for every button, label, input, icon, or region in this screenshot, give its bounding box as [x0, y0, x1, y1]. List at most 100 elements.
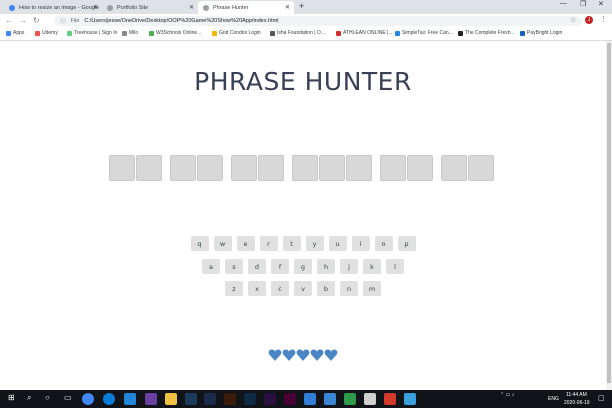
reload-icon[interactable]: ↻ — [33, 16, 40, 25]
key-m[interactable]: m — [363, 281, 381, 296]
key-s[interactable]: s — [225, 259, 243, 274]
premiere-icon[interactable] — [264, 393, 276, 405]
forward-icon[interactable]: → — [19, 16, 27, 25]
tab-label: Phrase Hunter — [213, 4, 249, 11]
key-f[interactable]: f — [271, 259, 289, 274]
key-j[interactable]: j — [340, 259, 358, 274]
key-c[interactable]: c — [271, 281, 289, 296]
page-title: PHRASE HUNTER — [194, 67, 412, 96]
key-v[interactable]: v — [294, 281, 312, 296]
tab-phrase-hunter[interactable]: Phrase Hunter ✕ — [198, 1, 294, 14]
key-e[interactable]: e — [236, 236, 255, 251]
letter-box — [258, 155, 284, 181]
task-view-icon[interactable]: ▭ — [64, 393, 72, 402]
windows-icon[interactable]: ⊞ — [8, 393, 15, 402]
key-r[interactable]: r — [259, 236, 278, 251]
key-q[interactable]: q — [190, 236, 209, 251]
close-icon[interactable]: ✕ — [189, 4, 194, 11]
edge-icon[interactable] — [103, 393, 115, 405]
key-h[interactable]: h — [317, 259, 335, 274]
key-d[interactable]: d — [248, 259, 266, 274]
page-content: PHRASE HUNTER qwertyuiop asdfghjkl zxcvbnm — [0, 41, 606, 390]
phrase-word — [231, 155, 285, 181]
cortana-icon[interactable]: ○ — [45, 393, 50, 402]
bookmark-item[interactable]: The Complete Fresh... — [458, 30, 515, 36]
new-tab-icon[interactable]: + — [299, 1, 304, 11]
bookmark-label: Milo — [129, 30, 139, 36]
app-icon[interactable] — [404, 393, 416, 405]
tab-google[interactable]: How to resize an image - Google ✕ — [4, 1, 102, 14]
menu-icon[interactable]: ⋮ — [600, 15, 607, 23]
tray-icons[interactable]: ⌃ ▭ ♪ — [500, 392, 514, 398]
app-icon[interactable] — [384, 393, 396, 405]
address-bar[interactable]: ⓘ File C:/Users/jesse/OneDrive/Desktop/O… — [54, 16, 582, 26]
xd-icon[interactable] — [284, 393, 296, 405]
key-x[interactable]: x — [248, 281, 266, 296]
scrollbar-thumb[interactable] — [607, 43, 611, 383]
bookmark-label: PayBright Login — [527, 30, 563, 36]
key-u[interactable]: u — [328, 236, 347, 251]
letter-box — [136, 155, 162, 181]
key-w[interactable]: w — [213, 236, 232, 251]
bookmark-item[interactable]: Milo — [122, 30, 138, 36]
notifications-icon[interactable]: ▢ — [598, 394, 605, 402]
lightroom-icon[interactable] — [185, 393, 197, 405]
app-icon[interactable] — [344, 393, 356, 405]
clock-date[interactable]: 2020-06-19 — [564, 400, 590, 406]
keyboard-row: qwertyuiop — [0, 236, 606, 251]
language-indicator[interactable]: ENG — [548, 396, 559, 402]
heart-icon — [324, 349, 338, 361]
heart-icon — [282, 349, 296, 361]
vscode-icon[interactable] — [124, 393, 136, 405]
key-l[interactable]: l — [386, 259, 404, 274]
chrome-icon[interactable] — [82, 393, 94, 405]
close-window-icon[interactable]: ✕ — [598, 0, 604, 8]
close-icon[interactable]: ✕ — [93, 4, 98, 11]
clock-time[interactable]: 11:44 AM — [566, 392, 587, 398]
key-z[interactable]: z — [225, 281, 243, 296]
bookmark-item[interactable]: SimpleTax: Free Can... — [395, 30, 453, 36]
bookmark-item[interactable]: Apps — [6, 30, 24, 36]
search-icon[interactable]: ⌕ — [27, 393, 31, 403]
bookmark-item[interactable]: Udemy — [35, 30, 58, 36]
bookmark-item[interactable]: Isha Foundation | O... — [270, 30, 325, 36]
letter-box — [380, 155, 406, 181]
bookmark-favicon-icon — [67, 30, 72, 36]
bookmark-item[interactable]: ATHLEAN ONLINE |... — [336, 30, 393, 36]
key-n[interactable]: n — [340, 281, 358, 296]
maximize-icon[interactable]: ❐ — [580, 0, 586, 8]
bookmark-label: Apps — [13, 30, 25, 36]
key-i[interactable]: i — [351, 236, 370, 251]
bookmark-item[interactable]: PayBright Login — [520, 30, 562, 36]
avatar[interactable]: J — [585, 16, 593, 24]
store-icon[interactable] — [324, 393, 336, 405]
mail-icon[interactable] — [304, 393, 316, 405]
app-icon[interactable] — [145, 393, 157, 405]
tab-portfolio[interactable]: Portfolio Site ✕ — [102, 1, 198, 14]
bookmark-favicon-icon — [122, 30, 127, 36]
bookmark-star-icon[interactable]: ☆ — [570, 16, 576, 24]
bookmark-item[interactable]: W3Schools Online... — [149, 30, 201, 36]
photoshop-icon[interactable] — [204, 393, 216, 405]
bookmark-favicon-icon — [6, 30, 11, 36]
key-o[interactable]: o — [374, 236, 393, 251]
phrase-word — [292, 155, 373, 181]
file-explorer-icon[interactable] — [165, 393, 177, 405]
key-t[interactable]: t — [282, 236, 301, 251]
minimize-icon[interactable]: — — [560, 0, 567, 7]
bookmarks-bar: Apps Udemy Treehouse | Sign In Milo W3School… — [0, 28, 612, 41]
illustrator-icon[interactable] — [224, 393, 236, 405]
key-y[interactable]: y — [305, 236, 324, 251]
key-p[interactable]: p — [397, 236, 416, 251]
key-k[interactable]: k — [363, 259, 381, 274]
bookmark-item[interactable]: Grid Condos Login — [212, 30, 261, 36]
key-a[interactable]: a — [202, 259, 220, 274]
bookmark-item[interactable]: Treehouse | Sign In — [67, 30, 117, 36]
close-icon[interactable]: ✕ — [285, 4, 290, 11]
key-g[interactable]: g — [294, 259, 312, 274]
lightroom-classic-icon[interactable] — [244, 393, 256, 405]
back-icon[interactable]: ← — [5, 16, 13, 25]
app-icon[interactable] — [364, 393, 376, 405]
key-b[interactable]: b — [317, 281, 335, 296]
heart-icon — [296, 349, 310, 361]
